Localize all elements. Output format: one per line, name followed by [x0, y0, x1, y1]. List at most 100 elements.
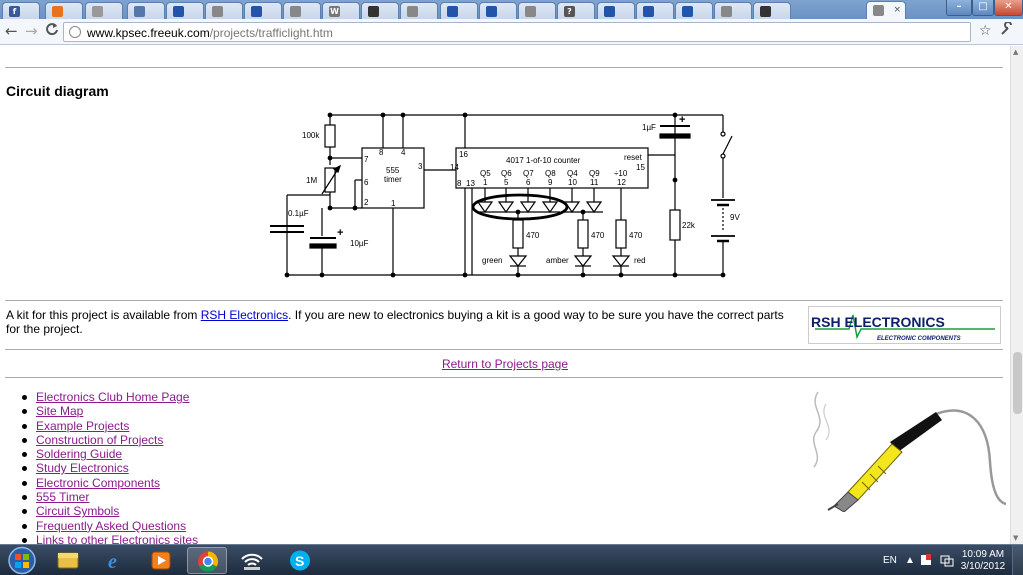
- browser-tab[interactable]: [45, 2, 83, 19]
- scrollbar-thumb[interactable]: [1013, 352, 1022, 414]
- tab-strip: f W? ×: [0, 0, 1023, 19]
- list-item: Links to other Electronics sites: [22, 533, 198, 544]
- nav-link[interactable]: Construction of Projects: [36, 433, 163, 447]
- browser-tab[interactable]: f: [2, 2, 40, 19]
- label-22k: 22k: [682, 221, 696, 230]
- bookmark-star-icon[interactable]: ☆: [979, 22, 992, 40]
- minimize-button[interactable]: –: [946, 0, 972, 16]
- label-green: green: [482, 256, 502, 265]
- return-to-projects-link[interactable]: Return to Projects page: [442, 357, 568, 371]
- network-tray-icon[interactable]: [940, 553, 954, 571]
- nav-link[interactable]: Electronics Club Home Page: [36, 390, 189, 404]
- list-item: 555 Timer: [22, 490, 198, 504]
- nav-link[interactable]: Circuit Symbols: [36, 504, 119, 518]
- browser-tab[interactable]: [244, 2, 282, 19]
- browser-tab[interactable]: ?: [557, 2, 595, 19]
- nav-link[interactable]: Electronic Components: [36, 476, 160, 490]
- tab-favicon-icon: [873, 5, 884, 16]
- nav-link[interactable]: Frequently Asked Questions: [36, 519, 186, 533]
- svg-text:11: 11: [590, 178, 599, 187]
- kit-paragraph: A kit for this project is available from…: [6, 308, 784, 336]
- nav-link[interactable]: Site Map: [36, 404, 83, 418]
- start-button[interactable]: [4, 546, 40, 575]
- browser-tab[interactable]: [283, 2, 321, 19]
- rsh-electronics-logo[interactable]: RSH ELECTRONICS ELECTRONIC COMPONENTS: [808, 306, 1001, 344]
- nav-link[interactable]: Soldering Guide: [36, 447, 122, 461]
- svg-text:Q9: Q9: [589, 169, 600, 178]
- nav-link[interactable]: Links to other Electronics sites: [36, 533, 198, 544]
- svg-text:16: 16: [459, 150, 468, 159]
- browser-tab[interactable]: [479, 2, 517, 19]
- media-player-icon[interactable]: [142, 547, 182, 574]
- tab-favicon-icon: [643, 6, 654, 17]
- browser-tab[interactable]: [440, 2, 478, 19]
- svg-text:Q5: Q5: [480, 169, 491, 178]
- action-center-icon[interactable]: [920, 553, 932, 571]
- tab-favicon-icon: [525, 6, 536, 17]
- system-clock[interactable]: 10:09 AM 3/10/2012: [958, 549, 1008, 573]
- close-window-button[interactable]: ✕: [994, 0, 1023, 16]
- svg-text:470: 470: [629, 231, 643, 240]
- browser-tab[interactable]: [518, 2, 556, 19]
- nav-link[interactable]: 555 Timer: [36, 490, 89, 504]
- svg-text:7: 7: [364, 155, 369, 164]
- browser-tab[interactable]: [636, 2, 674, 19]
- svg-text:6: 6: [364, 178, 369, 187]
- label-100k: 100k: [302, 131, 320, 140]
- label-red: red: [634, 256, 646, 265]
- chrome-taskbar-icon[interactable]: [187, 547, 227, 574]
- scroll-down-icon[interactable]: ▼: [1013, 534, 1018, 542]
- tab-close-icon[interactable]: ×: [893, 4, 901, 16]
- scroll-up-icon[interactable]: ▲: [1013, 48, 1018, 56]
- back-button[interactable]: ←: [5, 22, 18, 40]
- divider: [5, 67, 1003, 68]
- language-indicator[interactable]: EN: [883, 555, 897, 567]
- skype-taskbar-icon[interactable]: S: [280, 547, 320, 574]
- tab-favicon-icon: [92, 6, 103, 17]
- svg-text:10: 10: [568, 178, 577, 187]
- svg-text:13: 13: [466, 179, 475, 188]
- address-bar[interactable]: www.kpsec.freeuk.com/projects/trafficlig…: [63, 22, 971, 42]
- clock-date: 3/10/2012: [960, 561, 1006, 572]
- show-desktop-button[interactable]: [1012, 545, 1023, 575]
- page-icon: [69, 26, 81, 38]
- nav-link[interactable]: Study Electronics: [36, 461, 129, 475]
- svg-text:15: 15: [636, 163, 645, 172]
- browser-tab[interactable]: [400, 2, 438, 19]
- tab-favicon-icon: [173, 6, 184, 17]
- browser-tab[interactable]: [205, 2, 243, 19]
- list-item: Frequently Asked Questions: [22, 519, 198, 533]
- rsh-electronics-link[interactable]: RSH Electronics: [201, 308, 288, 322]
- vertical-scrollbar[interactable]: ▲ ▼: [1010, 46, 1023, 544]
- tab-favicon-icon: f: [9, 6, 20, 17]
- label-1m: 1M: [306, 176, 317, 185]
- show-hidden-icons[interactable]: ▲: [905, 555, 915, 567]
- svg-text:3: 3: [418, 162, 423, 171]
- url-text[interactable]: www.kpsec.freeuk.com/projects/trafficlig…: [87, 26, 333, 40]
- browser-tab[interactable]: [714, 2, 752, 19]
- tab-active[interactable]: ×: [866, 1, 906, 19]
- svg-text:Q4: Q4: [567, 169, 578, 178]
- tab-favicon-icon: [721, 6, 732, 17]
- nav-link[interactable]: Example Projects: [36, 419, 129, 433]
- browser-tab[interactable]: [361, 2, 399, 19]
- browser-tab[interactable]: [597, 2, 635, 19]
- browser-tab[interactable]: [85, 2, 123, 19]
- label-10uf: 10µF: [350, 239, 369, 248]
- maximize-button[interactable]: □: [972, 0, 994, 16]
- list-item: Example Projects: [22, 419, 198, 433]
- list-item: Circuit Symbols: [22, 504, 198, 518]
- browser-tab[interactable]: W: [322, 2, 360, 19]
- explorer-taskbar-icon[interactable]: [48, 547, 88, 574]
- clock-time: 10:09 AM: [961, 549, 1005, 560]
- forward-button[interactable]: →: [25, 22, 38, 40]
- reload-button[interactable]: [46, 22, 58, 40]
- wrench-icon[interactable]: [1000, 21, 1014, 41]
- browser-tab[interactable]: [675, 2, 713, 19]
- browser-tab[interactable]: [166, 2, 204, 19]
- wifi-taskbar-icon[interactable]: [232, 547, 272, 574]
- svg-text:5: 5: [504, 178, 509, 187]
- browser-tab[interactable]: [127, 2, 165, 19]
- browser-tab[interactable]: [753, 2, 791, 19]
- internet-explorer-icon[interactable]: e: [96, 547, 136, 574]
